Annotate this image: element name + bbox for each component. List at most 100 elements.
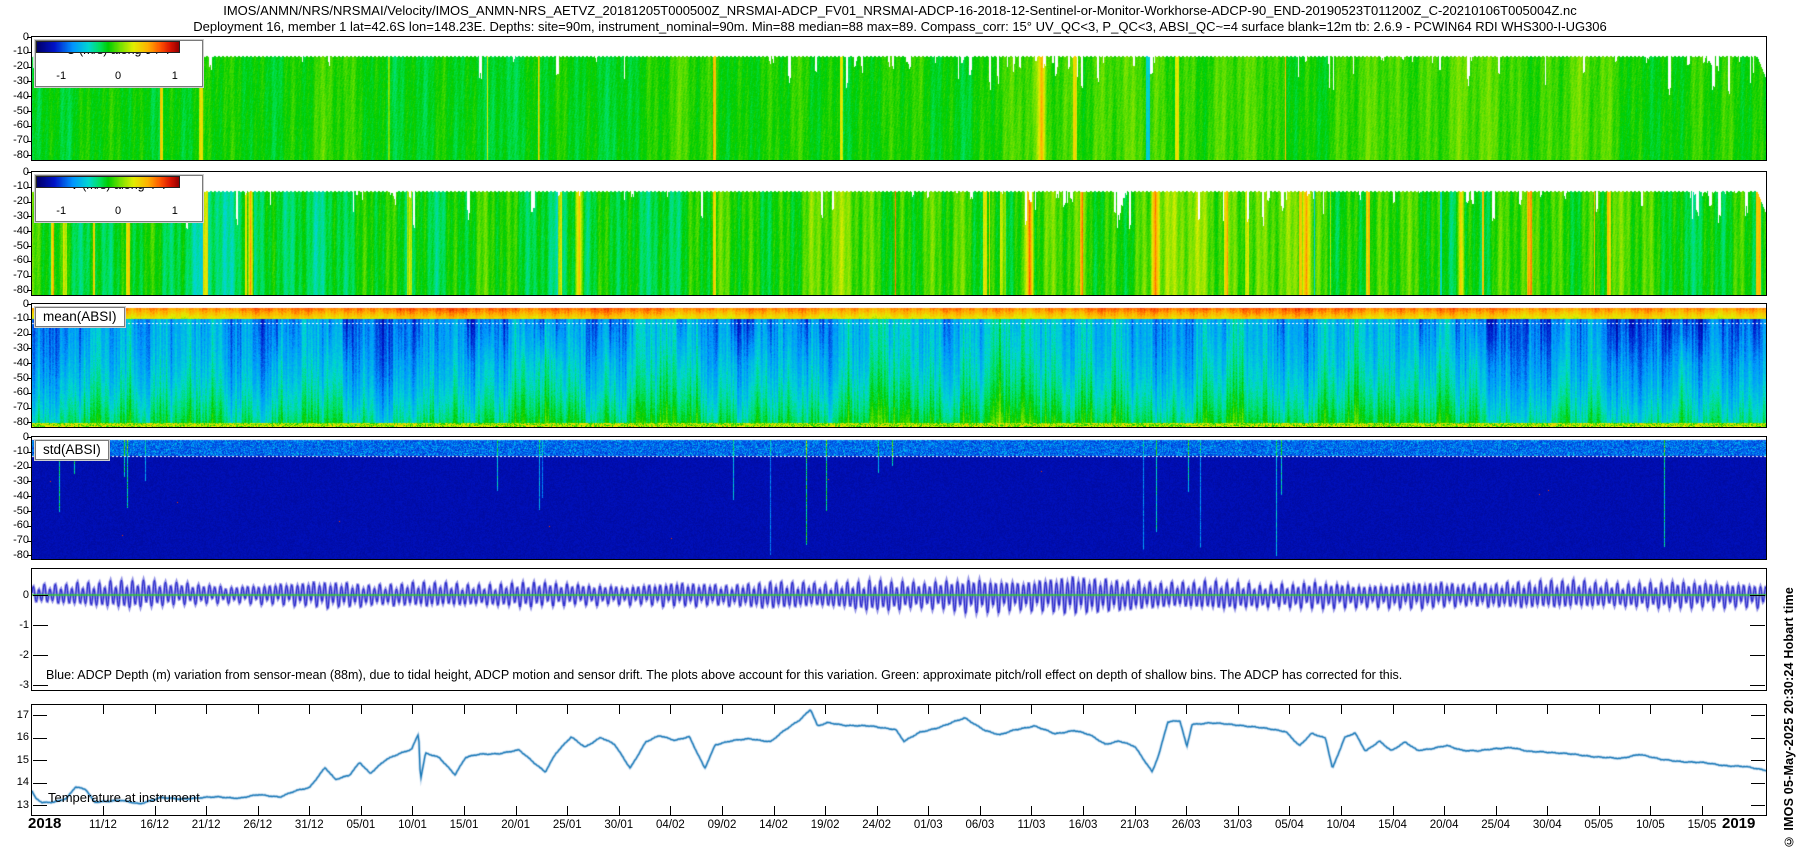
x-tick-label: 31/12 [294, 819, 324, 831]
y-tick-label: -30 [13, 209, 29, 222]
x-tick-label: 25/04 [1481, 819, 1511, 831]
x-tick-mark [1444, 806, 1446, 815]
y-tick-label: -70 [13, 269, 29, 282]
x-tick-mark [670, 806, 672, 815]
y-tick-label: 13 [16, 798, 29, 811]
x-axis-start-year: 2018 [28, 815, 62, 832]
colorbar-tick-label: 1 [171, 205, 178, 217]
figure-root: IMOS/ANMN/NRS/NRSMAI/Velocity/IMOS_ANMN-… [0, 0, 1800, 850]
y-tick-label: -40 [13, 489, 29, 502]
mean-absi-heatmap-canvas [32, 304, 1766, 427]
y-tick-label: -40 [13, 89, 29, 102]
std-absi-heatmap-canvas [32, 437, 1766, 559]
y-tick-mark [27, 81, 32, 83]
y-tick-label: -2 [19, 648, 29, 661]
x-tick-mark [1340, 806, 1342, 815]
x-tick-mark [1547, 705, 1549, 714]
y-tick-label: -70 [13, 134, 29, 147]
y-tick-label: -10 [13, 45, 29, 58]
y-tick-mark [27, 407, 32, 409]
x-tick-mark [1701, 705, 1703, 714]
y-tick-mark [27, 392, 32, 394]
x-tick-label: 10/05 [1636, 819, 1665, 831]
y-tick-mark [33, 655, 48, 656]
y-tick-mark [27, 216, 32, 218]
x-tick-mark [928, 806, 930, 815]
x-tick-label: 15/04 [1378, 819, 1407, 831]
y-tick-mark [27, 290, 32, 292]
x-tick-mark [412, 806, 414, 815]
y-tick-label: -60 [13, 119, 29, 132]
x-tick-mark [1495, 806, 1497, 815]
x-tick-mark [721, 806, 723, 815]
y-tick-label: -3 [19, 678, 29, 691]
y-tick-mark [27, 186, 32, 188]
y-tick-mark [27, 466, 32, 468]
x-tick-mark [567, 705, 569, 714]
x-tick-mark [1237, 806, 1239, 815]
y-tick-label: -10 [13, 180, 29, 193]
x-tick-mark [1547, 806, 1549, 815]
x-tick-label: 10/01 [398, 819, 427, 831]
y-tick-mark [27, 172, 32, 173]
x-tick-label: 05/04 [1274, 819, 1304, 831]
x-tick-mark [464, 806, 466, 815]
y-tick-mark [27, 378, 32, 379]
x-tick-mark [1083, 705, 1085, 714]
y-tick-mark [27, 333, 32, 335]
y-tick-mark [27, 260, 32, 262]
y-tick-label: -20 [13, 327, 29, 340]
x-tick-label: 16/03 [1068, 819, 1098, 831]
y-tick-label: 16 [16, 731, 29, 743]
temperature-panel [31, 704, 1767, 816]
x-tick-mark [309, 806, 311, 815]
std-absi-panel: std(ABSI) [31, 436, 1767, 560]
x-tick-mark [412, 705, 414, 714]
x-tick-mark [928, 705, 930, 714]
colorbar-tick-label: 0 [114, 205, 122, 217]
y-tick-mark [33, 760, 47, 761]
x-tick-mark [103, 806, 104, 815]
x-tick-mark [979, 705, 981, 714]
u-heatmap-canvas [32, 37, 1766, 160]
y-tick-mark [33, 685, 48, 686]
y-tick-label: -20 [13, 460, 29, 473]
x-tick-label: 26/12 [243, 819, 273, 831]
colorbar-tick-label: -1 [56, 205, 67, 217]
y-tick-mark [27, 511, 32, 512]
y-tick-label: 0 [22, 165, 29, 178]
y-tick-mark [27, 140, 32, 142]
x-tick-mark [1392, 705, 1394, 714]
y-tick-mark [1750, 595, 1765, 596]
x-tick-label: 25/01 [552, 819, 582, 831]
x-tick-mark [1650, 705, 1652, 714]
x-tick-label: 15/01 [449, 819, 479, 831]
x-tick-mark [1186, 806, 1188, 815]
u-velocity-panel: U (m/s) along 94°T -101 [31, 36, 1767, 161]
y-tick-label: -30 [13, 474, 29, 487]
y-tick-mark [27, 348, 32, 350]
u-colorbar-legend: U (m/s) along 94°T -101 [34, 39, 204, 88]
y-tick-mark [33, 782, 47, 784]
y-tick-mark [33, 715, 47, 716]
y-tick-mark [27, 125, 32, 127]
x-tick-mark [257, 806, 259, 815]
x-tick-mark [1083, 806, 1085, 815]
y-tick-mark [27, 481, 32, 483]
x-tick-label: 21/12 [191, 819, 221, 831]
x-tick-mark [206, 806, 208, 815]
x-tick-mark [515, 806, 517, 815]
x-tick-label: 11/03 [1017, 819, 1046, 831]
y-tick-mark [27, 555, 32, 557]
x-tick-mark [567, 806, 569, 815]
y-tick-mark [27, 155, 32, 157]
x-tick-label: 30/04 [1532, 819, 1562, 831]
y-tick-label: -40 [13, 356, 29, 369]
mean-absi-panel: mean(ABSI) [31, 303, 1767, 428]
y-tick-label: -60 [13, 254, 29, 267]
y-tick-label: -80 [13, 283, 29, 296]
x-tick-label: 10/04 [1326, 819, 1356, 831]
y-tick-label: 0 [22, 297, 29, 310]
y-tick-mark [27, 66, 32, 68]
x-tick-mark [1134, 806, 1136, 815]
